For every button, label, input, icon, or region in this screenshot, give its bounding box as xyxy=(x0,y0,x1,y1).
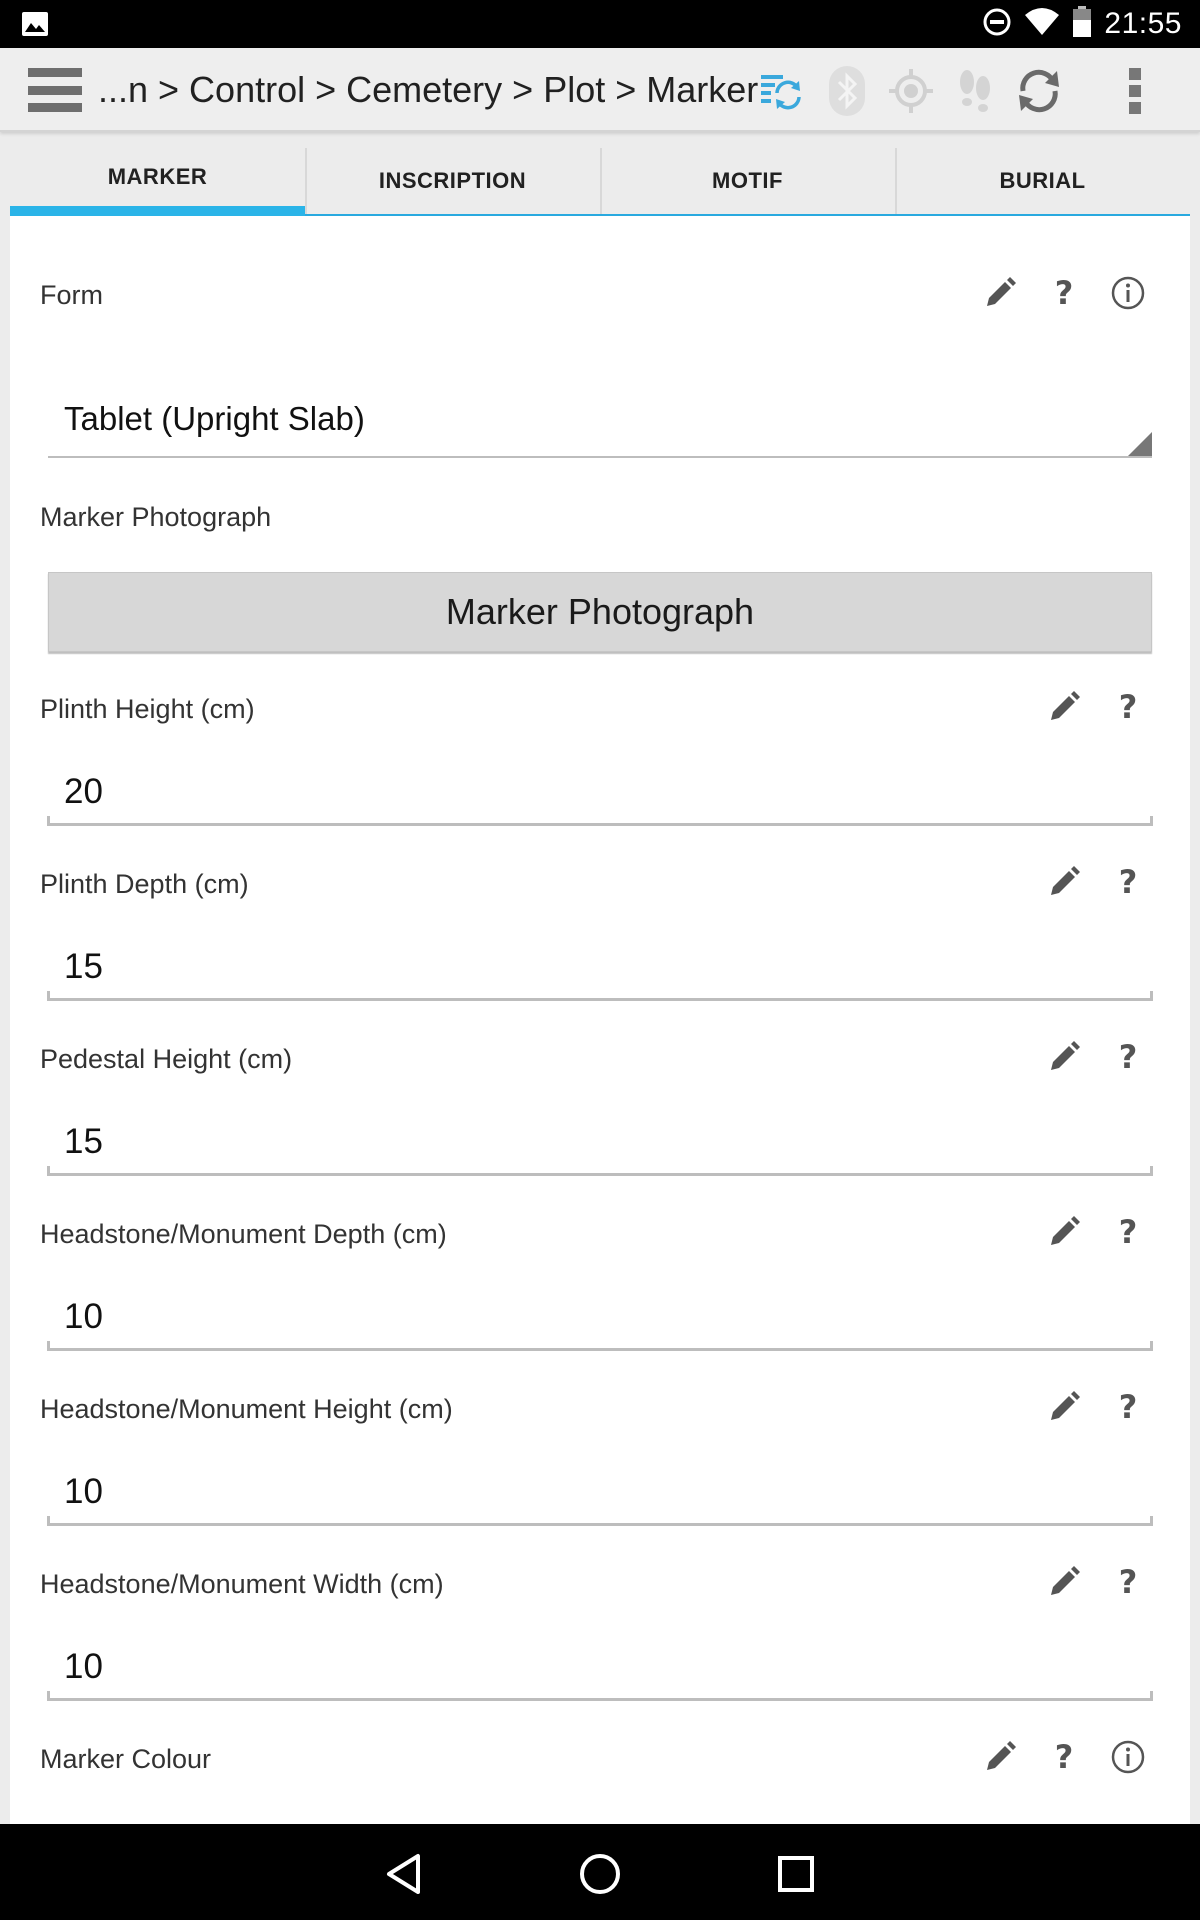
form-label: Form xyxy=(40,280,103,310)
dropdown-triangle-icon xyxy=(1128,432,1152,456)
image-notification-icon xyxy=(22,12,48,36)
recent-apps-icon[interactable] xyxy=(766,1844,826,1904)
help-icon[interactable]: ? xyxy=(1096,1382,1160,1432)
headstone-width-label: Headstone/Monument Width (cm) xyxy=(40,1569,444,1599)
form-content: Form ? Tablet (Upright Slab) Marker Phot… xyxy=(10,216,1190,1824)
sync-status-icon[interactable] xyxy=(756,66,806,116)
help-icon[interactable]: ? xyxy=(1096,1557,1160,1607)
help-icon[interactable]: ? xyxy=(1096,857,1160,907)
tab-bar: MARKER INSCRIPTION MOTIF BURIAL xyxy=(10,148,1190,216)
edit-pencil-icon[interactable] xyxy=(968,268,1032,318)
form-select-value: Tablet (Upright Slab) xyxy=(64,400,365,437)
plinth-height-label: Plinth Height (cm) xyxy=(40,694,255,724)
plinth-height-input[interactable]: 20 xyxy=(47,762,1153,826)
headstone-height-label: Headstone/Monument Height (cm) xyxy=(40,1394,453,1424)
form-select[interactable]: Tablet (Upright Slab) xyxy=(48,380,1152,458)
edit-pencil-icon[interactable] xyxy=(968,1732,1032,1782)
help-icon[interactable]: ? xyxy=(1096,1032,1160,1082)
help-icon[interactable]: ? xyxy=(1096,682,1160,732)
clock-time: 21:55 xyxy=(1104,7,1182,40)
menu-icon[interactable] xyxy=(28,68,82,112)
tab-inscription[interactable]: INSCRIPTION xyxy=(305,148,600,216)
action-bar: ...n > Control > Cemetery > Plot > Marke… xyxy=(0,48,1200,132)
tab-burial[interactable]: BURIAL xyxy=(895,148,1190,216)
edit-pencil-icon[interactable] xyxy=(1032,1557,1096,1607)
edit-pencil-icon[interactable] xyxy=(1032,1032,1096,1082)
do-not-disturb-icon xyxy=(982,7,1012,42)
headstone-width-input[interactable]: 10 xyxy=(47,1637,1153,1701)
breadcrumb[interactable]: ...n > Control > Cemetery > Plot > Marke… xyxy=(98,68,758,112)
headstone-height-input[interactable]: 10 xyxy=(47,1462,1153,1526)
tab-marker[interactable]: MARKER xyxy=(10,148,305,216)
pedestal-height-label: Pedestal Height (cm) xyxy=(40,1044,293,1074)
help-icon[interactable]: ? xyxy=(1096,1207,1160,1257)
home-icon[interactable] xyxy=(570,1844,630,1904)
edit-pencil-icon[interactable] xyxy=(1032,857,1096,907)
help-icon[interactable]: ? xyxy=(1032,268,1096,318)
bluetooth-icon[interactable] xyxy=(822,66,872,116)
overflow-menu-icon[interactable] xyxy=(1110,66,1160,116)
plinth-depth-label: Plinth Depth (cm) xyxy=(40,869,249,899)
plinth-depth-input[interactable]: 15 xyxy=(47,937,1153,1001)
back-icon[interactable] xyxy=(374,1844,434,1904)
help-icon[interactable]: ? xyxy=(1032,1732,1096,1782)
wifi-icon xyxy=(1024,7,1060,42)
headstone-depth-input[interactable]: 10 xyxy=(47,1287,1153,1351)
edit-pencil-icon[interactable] xyxy=(1032,1382,1096,1432)
edit-pencil-icon[interactable] xyxy=(1032,1207,1096,1257)
info-icon[interactable] xyxy=(1096,268,1160,318)
photo-label: Marker Photograph xyxy=(40,502,272,532)
refresh-icon[interactable] xyxy=(1014,66,1064,116)
status-bar: 21:55 xyxy=(0,0,1200,48)
headstone-depth-label: Headstone/Monument Depth (cm) xyxy=(40,1219,447,1249)
tracker-icon[interactable] xyxy=(950,66,1000,116)
marker-colour-label: Marker Colour xyxy=(40,1744,212,1774)
battery-icon xyxy=(1072,5,1092,43)
gps-icon[interactable] xyxy=(886,66,936,116)
info-icon[interactable] xyxy=(1096,1732,1160,1782)
navigation-bar xyxy=(0,1824,1200,1920)
tab-motif[interactable]: MOTIF xyxy=(600,148,895,216)
marker-photograph-button[interactable]: Marker Photograph xyxy=(48,572,1152,652)
pedestal-height-input[interactable]: 15 xyxy=(47,1112,1153,1176)
edit-pencil-icon[interactable] xyxy=(1032,682,1096,732)
